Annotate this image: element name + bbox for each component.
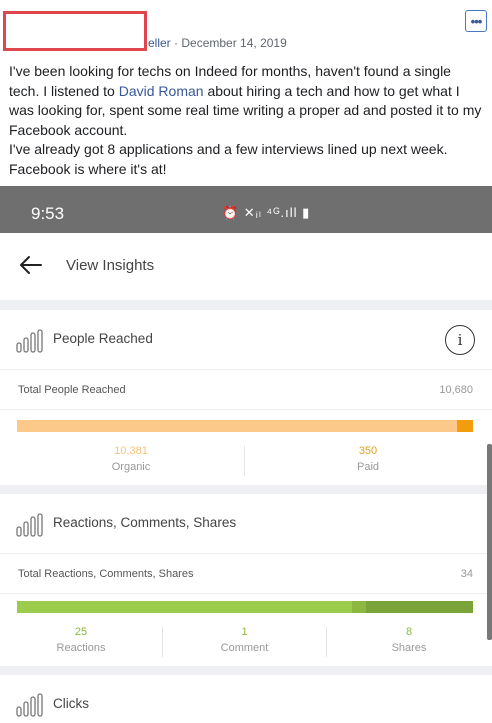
organic-stat: 10,381 Organic <box>17 442 245 486</box>
phone-screenshot: 9:53 ⏰ ✕ᵢₗ ⁴ᴳ.ıll ▮ View Insights People… <box>0 186 492 723</box>
engagement-bar <box>17 601 473 613</box>
reactions-segment <box>17 601 353 613</box>
engagement-card: Reactions, Comments, Shares Total Reacti… <box>0 494 492 666</box>
reactions-stat: 25 Reactions <box>0 623 162 667</box>
bar-chart-icon <box>16 329 43 353</box>
reach-bar <box>17 420 473 432</box>
organic-segment <box>17 420 458 432</box>
author-name-suffix[interactable]: eller <box>148 36 171 50</box>
total-value: 10,680 <box>439 384 473 396</box>
facebook-post: eller · December 14, 2019 ••• I've been … <box>0 0 492 186</box>
shares-stat: 8 Shares <box>327 623 491 667</box>
bar-chart-icon <box>16 693 43 717</box>
total-row: Total People Reached 10,680 <box>0 370 492 410</box>
organic-value: 10,381 <box>114 445 148 457</box>
total-row: Total Reactions, Comments, Shares 34 <box>0 554 492 594</box>
info-icon[interactable]: i <box>445 325 475 355</box>
card-title: Clicks <box>53 696 89 711</box>
comment-segment <box>352 601 366 613</box>
clicks-card: Clicks <box>0 675 492 723</box>
shares-segment <box>365 601 473 613</box>
post-meta: eller · December 14, 2019 <box>148 36 287 50</box>
redacted-author-name <box>3 11 147 51</box>
organic-label: Organic <box>111 461 151 473</box>
shares-label: Shares <box>391 642 427 654</box>
status-time: 9:53 <box>31 204 65 223</box>
scrollbar[interactable] <box>487 444 492 640</box>
more-options-button[interactable]: ••• <box>465 10 487 32</box>
post-text-part-3: I've already got 8 applications and a fe… <box>9 141 448 177</box>
total-label: Total People Reached <box>18 384 126 396</box>
reach-stats: 10,381 Organic 350 Paid <box>0 442 492 486</box>
back-arrow-icon[interactable] <box>18 252 44 278</box>
shares-value: 8 <box>405 626 413 638</box>
more-dots-icon: ••• <box>470 13 483 29</box>
card-title: Reactions, Comments, Shares <box>53 515 237 530</box>
post-text: I've been looking for techs on Indeed fo… <box>9 62 485 180</box>
reactions-label: Reactions <box>56 642 106 654</box>
mention-link[interactable]: David Roman <box>119 83 204 99</box>
paid-stat: 350 Paid <box>245 442 491 486</box>
status-bar: 9:53 ⏰ ✕ᵢₗ ⁴ᴳ.ıll ▮ <box>0 186 492 233</box>
total-value: 34 <box>460 568 473 580</box>
status-icons: ⏰ ✕ᵢₗ ⁴ᴳ.ıll ▮ <box>222 205 311 220</box>
paid-label: Paid <box>356 461 380 473</box>
card-header: People Reached i <box>0 310 492 370</box>
reactions-value: 25 <box>74 626 88 638</box>
card-header: Reactions, Comments, Shares <box>0 494 492 554</box>
page-title: View Insights <box>66 257 155 274</box>
engagement-stats: 25 Reactions 1 Comment 8 Shares <box>0 623 492 667</box>
people-reached-card: People Reached i Total People Reached 10… <box>0 310 492 485</box>
comment-stat: 1 Comment <box>163 623 326 667</box>
card-title: People Reached <box>53 331 153 346</box>
comment-value: 1 <box>241 626 248 638</box>
paid-value: 350 <box>358 445 378 457</box>
bar-chart-icon <box>16 513 43 537</box>
comment-label: Comment <box>220 642 269 654</box>
app-bar: View Insights <box>0 233 492 300</box>
post-date[interactable]: · December 14, 2019 <box>174 36 287 50</box>
paid-segment <box>457 420 473 432</box>
total-label: Total Reactions, Comments, Shares <box>18 568 194 580</box>
